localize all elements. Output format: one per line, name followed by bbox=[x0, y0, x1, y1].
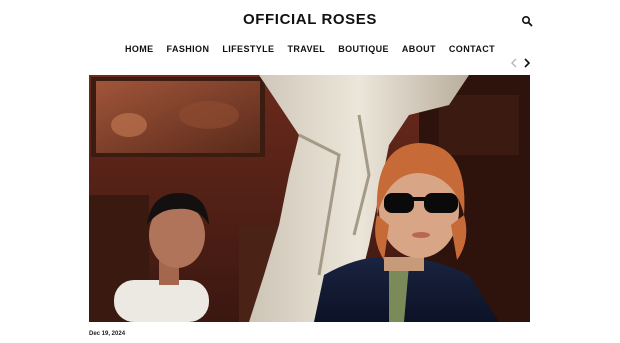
nav-item-about[interactable]: ABOUT bbox=[402, 44, 436, 54]
nav-item-travel[interactable]: TRAVEL bbox=[287, 44, 325, 54]
hero-photo bbox=[89, 75, 530, 322]
main-nav: HOME FASHION LIFESTYLE TRAVEL BOUTIQUE A… bbox=[0, 44, 620, 54]
chevron-right-icon[interactable] bbox=[521, 57, 533, 69]
nav-item-boutique[interactable]: BOUTIQUE bbox=[338, 44, 389, 54]
chevron-left-icon[interactable] bbox=[508, 57, 520, 69]
nav-item-fashion[interactable]: FASHION bbox=[167, 44, 210, 54]
nav-item-contact[interactable]: CONTACT bbox=[449, 44, 495, 54]
search-icon[interactable] bbox=[521, 15, 533, 27]
nav-item-lifestyle[interactable]: LIFESTYLE bbox=[222, 44, 274, 54]
post-date: Dec 19, 2024 bbox=[89, 331, 126, 337]
hero-image[interactable] bbox=[89, 75, 530, 322]
nav-item-home[interactable]: HOME bbox=[125, 44, 154, 54]
